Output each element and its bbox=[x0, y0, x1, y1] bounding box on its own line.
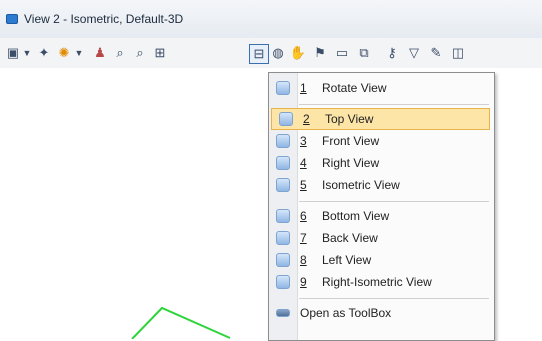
right-view-icon bbox=[276, 156, 290, 170]
menu-item-label: Isometric View bbox=[322, 178, 400, 192]
menu-item-number: 9 bbox=[300, 275, 307, 289]
zoom-in-icon[interactable]: ⌕ bbox=[112, 44, 128, 62]
menu-item-label: Rotate View bbox=[322, 81, 387, 95]
isometric-view-icon bbox=[276, 178, 290, 192]
menu-item-number: 5 bbox=[300, 178, 307, 192]
menu-item-left-view[interactable]: 8 Left View bbox=[269, 249, 492, 271]
menu-item-label: Left View bbox=[322, 253, 372, 267]
front-view-icon bbox=[276, 134, 290, 148]
view-rotation-menu: 1 Rotate View 2 Top View 3 Front View 4 … bbox=[268, 72, 495, 341]
menu-item-rotate-view[interactable]: 1 Rotate View bbox=[269, 77, 492, 99]
menu-item-open-as-toolbox[interactable]: Open as ToolBox bbox=[269, 302, 492, 324]
bottom-view-icon bbox=[276, 209, 290, 223]
right-isometric-view-icon bbox=[276, 275, 290, 289]
menu-item-label: Open as ToolBox bbox=[300, 306, 392, 320]
window-title: View 2 - Isometric, Default-3D bbox=[24, 12, 184, 26]
menu-item-number: 7 bbox=[300, 231, 307, 245]
walk-icon[interactable]: ⚑ bbox=[312, 44, 328, 62]
menu-separator bbox=[299, 104, 489, 105]
view-dropdown-icon[interactable]: ▣ bbox=[5, 44, 21, 62]
menu-item-back-view[interactable]: 7 Back View bbox=[269, 227, 492, 249]
view-toolbar: ▣ ▼ ✦ ✺ ▼ ♟ ⌕ ⌕ ⊞ ⊟ ◍ ✋ ⚑ ▭ ⧉ ⚷ ▽ ✎ ◫ bbox=[0, 38, 542, 69]
left-view-icon bbox=[276, 253, 290, 267]
lighting-icon[interactable]: ✺ bbox=[56, 44, 72, 62]
rotate-view-icon bbox=[276, 81, 290, 95]
menu-item-label: Right-Isometric View bbox=[322, 275, 432, 289]
named-view-icon[interactable]: ⚷ bbox=[384, 44, 400, 62]
view-layout-icon[interactable]: ⊟ bbox=[249, 44, 269, 64]
menu-item-isometric-view[interactable]: 5 Isometric View bbox=[269, 174, 492, 196]
menu-item-number: 4 bbox=[300, 156, 307, 170]
menu-item-label: Right View bbox=[322, 156, 380, 170]
caret-icon[interactable]: ▼ bbox=[74, 44, 84, 62]
camera-icon[interactable]: ✦ bbox=[36, 44, 52, 62]
extra-icon[interactable]: ✎ bbox=[428, 44, 444, 62]
tools-icon[interactable]: ▽ bbox=[406, 44, 422, 62]
menu-separator bbox=[299, 298, 489, 299]
view-window-titlebar: View 2 - Isometric, Default-3D bbox=[0, 0, 542, 38]
menu-item-number: 8 bbox=[300, 253, 307, 267]
menu-item-number: 3 bbox=[300, 134, 307, 148]
menu-separator bbox=[299, 201, 489, 202]
menu-item-front-view[interactable]: 3 Front View bbox=[269, 130, 492, 152]
menu-item-top-view[interactable]: 2 Top View bbox=[271, 108, 490, 130]
view-window-icon bbox=[6, 14, 18, 24]
window-area-icon[interactable]: ▭ bbox=[334, 44, 350, 62]
rotate-view-icon[interactable]: ◍ bbox=[270, 44, 286, 62]
fit-view-icon[interactable]: ⊞ bbox=[152, 44, 168, 62]
zoom-out-icon[interactable]: ⌕ bbox=[132, 44, 148, 62]
back-view-icon bbox=[276, 231, 290, 245]
menu-item-label: Back View bbox=[322, 231, 378, 245]
toolbox-icon bbox=[276, 309, 290, 317]
menu-item-label: Top View bbox=[325, 112, 374, 126]
menu-item-right-isometric-view[interactable]: 9 Right-Isometric View bbox=[269, 271, 492, 293]
people-icon[interactable]: ♟ bbox=[92, 44, 108, 62]
menu-item-label: Bottom View bbox=[322, 209, 390, 223]
menu-item-number: 6 bbox=[300, 209, 307, 223]
top-view-icon bbox=[279, 112, 293, 126]
caret-icon[interactable]: ▼ bbox=[22, 44, 32, 62]
menu-item-number: 2 bbox=[303, 112, 310, 126]
menu-item-bottom-view[interactable]: 6 Bottom View bbox=[269, 205, 492, 227]
menu-item-label: Front View bbox=[322, 134, 380, 148]
menu-item-number: 1 bbox=[300, 81, 307, 95]
copy-view-icon[interactable]: ⧉ bbox=[356, 44, 372, 62]
menu-item-right-view[interactable]: 4 Right View bbox=[269, 152, 492, 174]
extra-icon[interactable]: ◫ bbox=[450, 44, 466, 62]
pan-icon[interactable]: ✋ bbox=[290, 44, 306, 62]
